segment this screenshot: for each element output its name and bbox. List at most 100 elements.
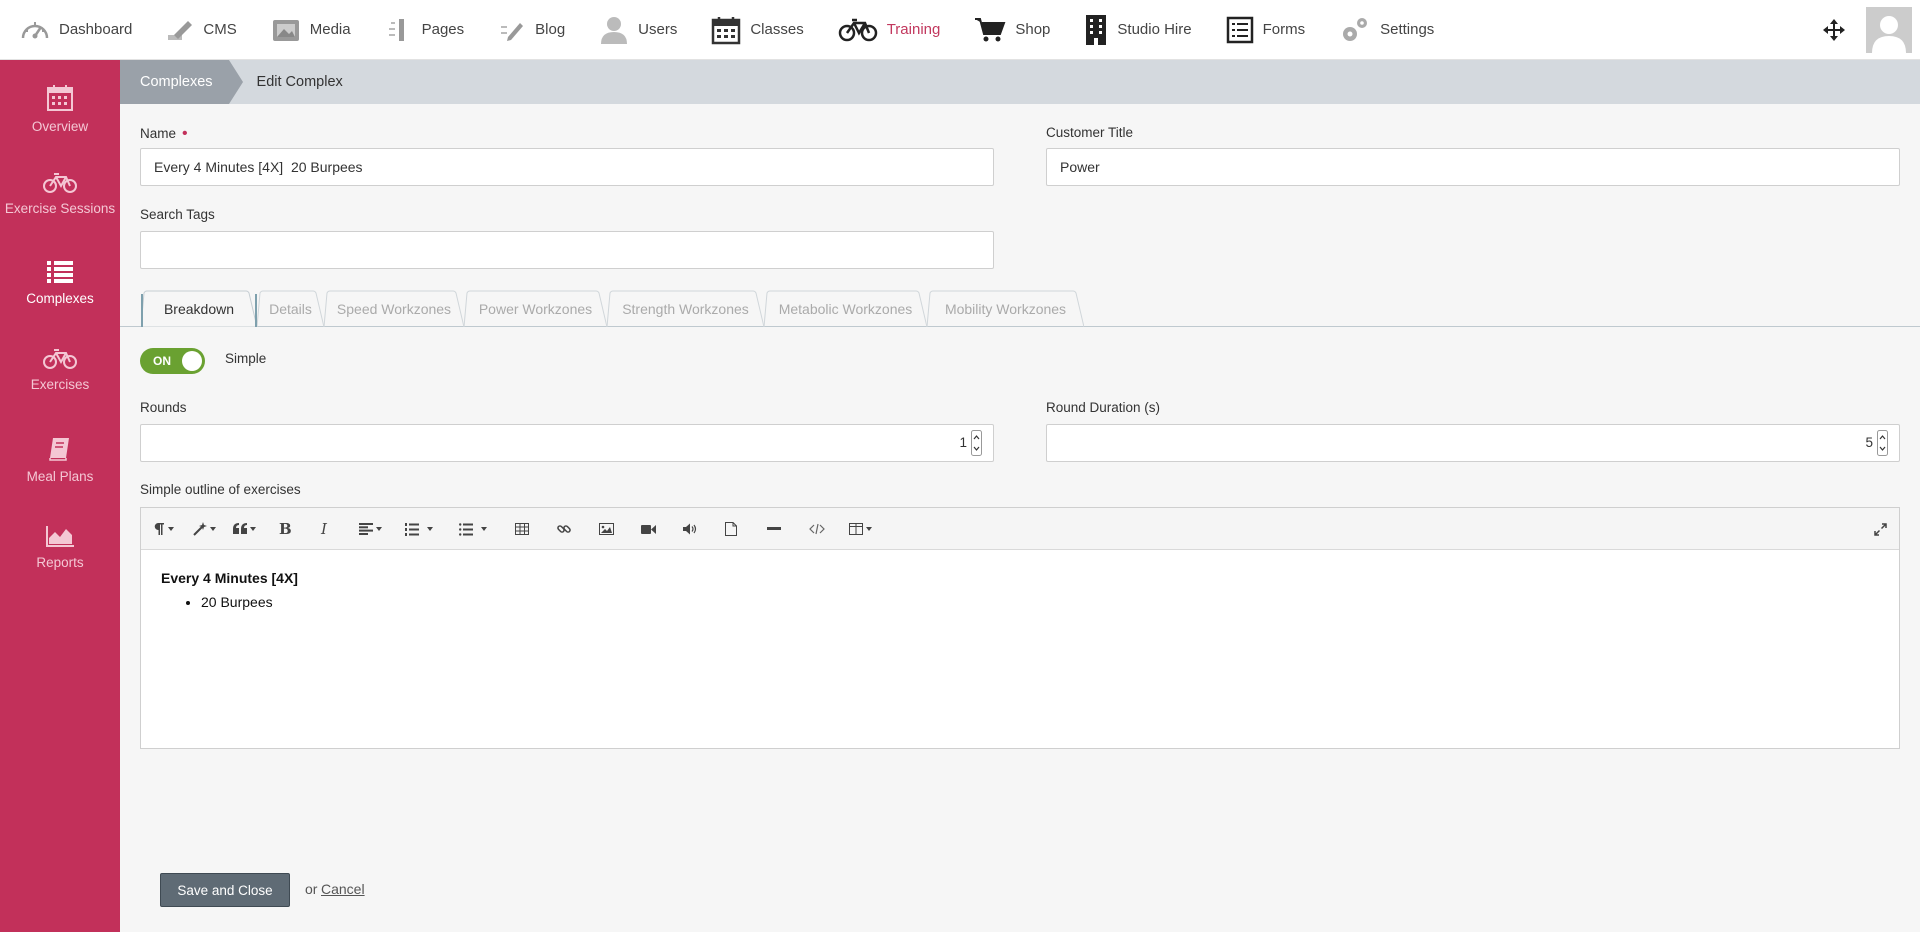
calendar-icon [47,85,73,111]
or-text: or [305,881,318,897]
simple-toggle[interactable]: ON [140,348,205,374]
breadcrumb-complexes[interactable]: Complexes [120,60,243,104]
nav-shop[interactable]: Shop [974,0,1050,60]
nav-dashboard[interactable]: Dashboard [20,0,132,60]
video-button[interactable] [641,518,656,540]
toggle-state: ON [153,354,171,368]
table-button[interactable] [515,518,529,540]
ordered-list-icon [405,522,419,536]
nav-cms[interactable]: CMS [166,0,237,60]
rounds-value: 1 [959,435,967,450]
move-icon[interactable] [1822,18,1846,42]
audio-button[interactable] [683,518,698,540]
breadcrumb: Complexes Edit Complex [120,60,1920,104]
sidebar-item-exercises[interactable]: Exercises [0,324,120,412]
nav-label-cms: CMS [203,21,237,38]
image-button[interactable] [599,518,614,540]
nav-right-tools [1822,0,1920,60]
nav-settings[interactable]: Settings [1339,0,1434,60]
code-view-button[interactable] [809,518,825,540]
bold-button[interactable]: B [279,518,292,540]
sidebar-item-reports[interactable]: Reports [0,500,120,588]
sidebar-item-overview[interactable]: Overview [0,60,120,148]
customer-title-input[interactable] [1046,148,1900,186]
tab-breakdown[interactable]: Breakdown [141,290,257,327]
tab-mobility-workzones[interactable]: Mobility Workzones [927,290,1084,327]
customer-title-label: Customer Title [1046,125,1134,140]
sidebar-item-exercise-sessions[interactable]: Exercise Sessions [0,148,120,236]
sidebar-item-meal-plans[interactable]: Meal Plans [0,412,120,500]
rounds-input[interactable]: 1 [140,424,994,462]
nav-pages[interactable]: Pages [385,0,465,60]
round-duration-input[interactable]: 5 [1046,424,1900,462]
nav-label-users: Users [638,21,678,38]
avatar[interactable] [1866,7,1912,53]
link-button[interactable] [557,518,571,540]
rounds-stepper[interactable] [971,430,982,456]
video-icon [641,524,656,534]
nav-users[interactable]: Users [599,0,677,60]
ordered-list-button[interactable] [405,518,433,540]
sidebar-item-label: Reports [36,555,84,570]
tab-strength-workzones[interactable]: Strength Workzones [607,290,764,327]
sidebar-item-label: Exercises [30,377,90,392]
nav-media[interactable]: Media [271,0,351,60]
save-and-close-button[interactable]: Save and Close [160,873,290,907]
file-button[interactable] [725,518,737,540]
search-tags-input[interactable] [140,231,994,269]
round-duration-label: Round Duration (s) [1046,400,1161,415]
sidebar: Overview Exercise Sessions Complexes Exe… [0,60,120,932]
rounds-label: Rounds [140,400,187,415]
nav-blog[interactable]: Blog [498,0,565,60]
bicycle-icon [838,18,877,41]
nav-training[interactable]: Training [838,0,940,60]
fullscreen-button[interactable] [1874,518,1887,540]
italic-button[interactable]: I [321,518,327,540]
unordered-list-button[interactable] [459,518,487,540]
bicycle-icon [43,173,77,193]
align-button[interactable] [359,518,382,540]
nav-studio-hire[interactable]: Studio Hire [1084,0,1192,60]
form-icon [1226,16,1253,43]
nav-forms[interactable]: Forms [1226,0,1305,60]
style-button[interactable] [193,518,216,540]
italic-icon: I [321,520,327,538]
editor-content[interactable]: Every 4 Minutes [4X] 20 Burpees [141,550,1899,630]
sidebar-item-label: Exercise Sessions [4,201,116,216]
paragraph-style-button[interactable] [153,518,174,540]
blockquote-button[interactable] [233,518,256,540]
code-view-icon [809,523,825,535]
tab-details[interactable]: Details [257,290,324,327]
sidebar-item-label: Meal Plans [26,469,94,484]
gauge-icon [21,21,49,38]
nav-label-classes: Classes [750,21,804,38]
area-chart-icon [46,526,74,547]
building-icon [1086,14,1107,45]
nav-classes[interactable]: Classes [711,0,804,60]
nav-label-settings: Settings [1380,21,1435,38]
link-icon [557,525,571,533]
horizontal-rule-button[interactable] [767,518,781,540]
sidebar-item-complexes[interactable]: Complexes [0,236,120,324]
rich-text-editor: B I Every 4 Minutes [4X] 20 Burpees [140,507,1900,749]
name-input[interactable] [140,148,994,186]
cancel-link[interactable]: Cancel [321,881,365,897]
nav-label-pages: Pages [421,21,465,38]
name-label-text: Name [140,126,177,141]
sidebar-item-label: Complexes [26,291,94,306]
gear-icon [1343,17,1368,41]
unordered-list-icon [459,522,473,536]
paragraph-style-icon [154,523,164,535]
round-duration-stepper[interactable] [1877,430,1888,456]
tab-metabolic-workzones[interactable]: Metabolic Workzones [764,290,927,327]
outline-label: Simple outline of exercises [140,482,301,497]
search-tags-label: Search Tags [140,207,215,222]
horizontal-rule-icon [767,527,781,530]
top-navigation: Dashboard CMS Media Pages Blog Users Cla… [0,0,1920,60]
nav-label-media: Media [309,21,351,38]
tab-power-workzones[interactable]: Power Workzones [464,290,607,327]
magic-style-icon [193,522,207,536]
editor-toolbar: B I [141,508,1899,550]
tab-speed-workzones[interactable]: Speed Workzones [324,290,464,327]
layout-button[interactable] [849,518,872,540]
